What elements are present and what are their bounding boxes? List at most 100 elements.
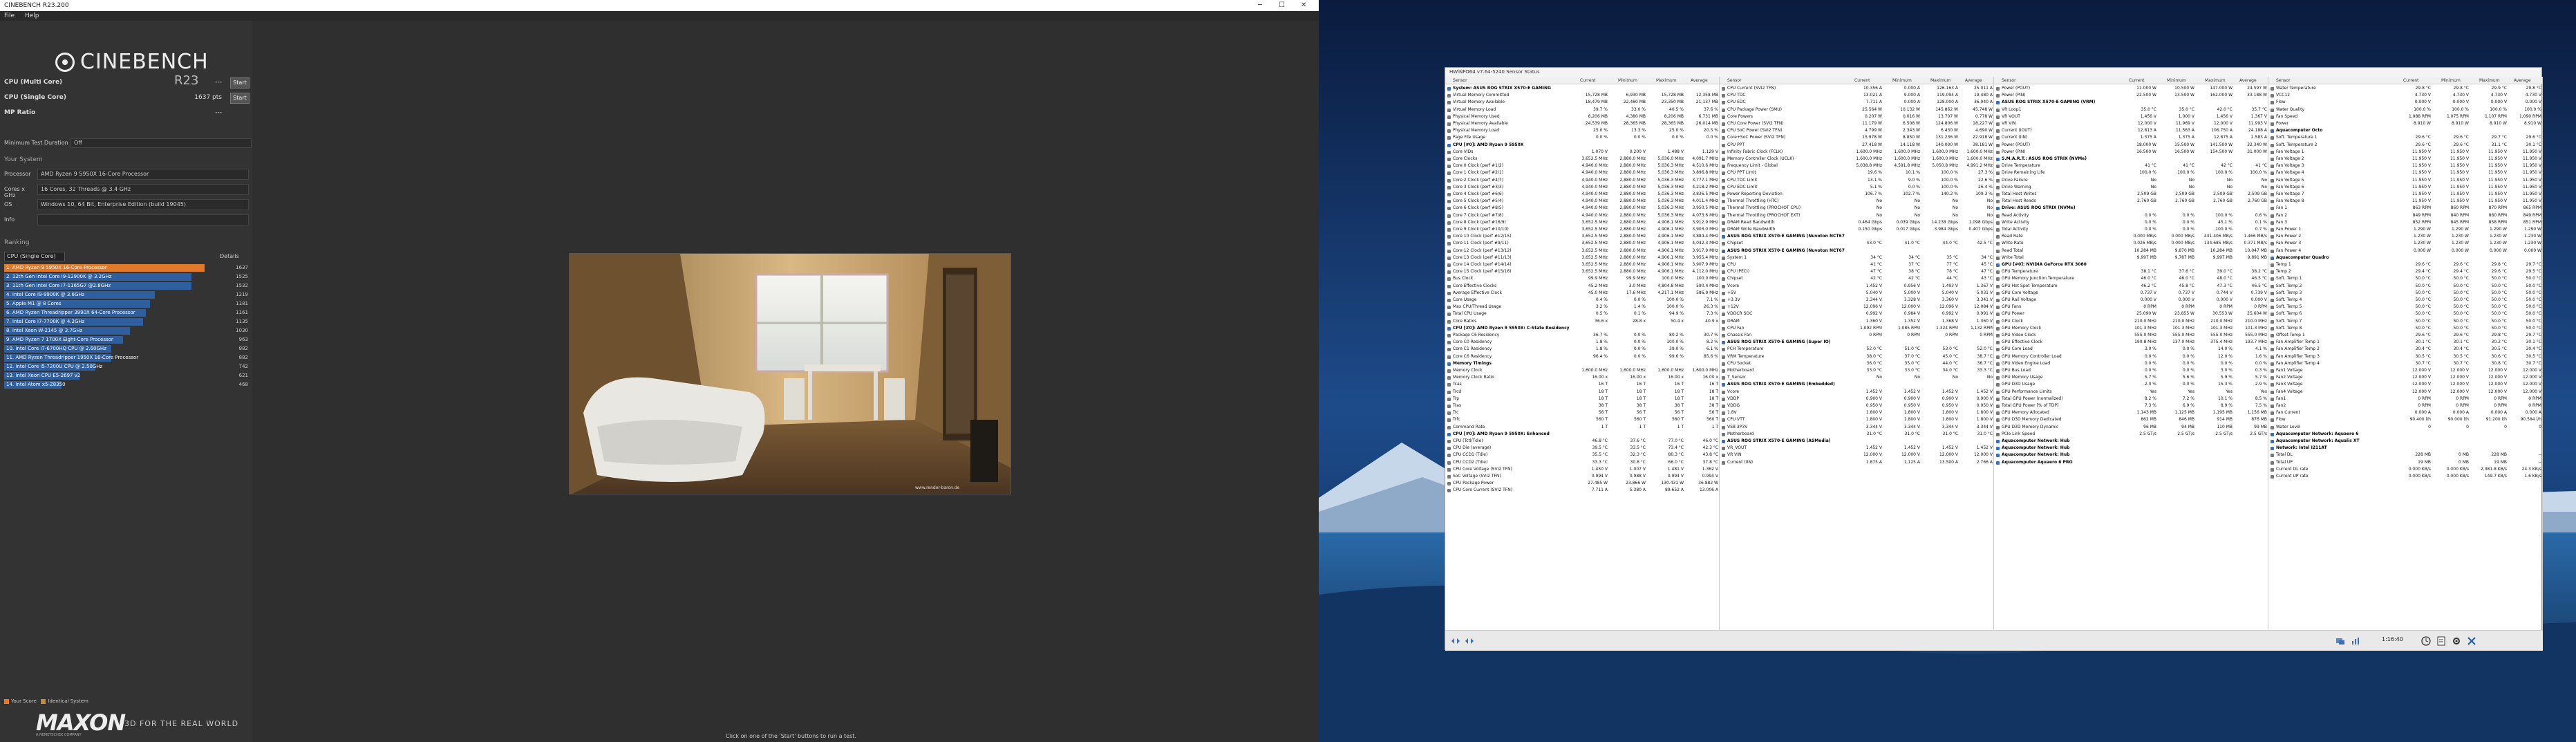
sensor-row[interactable]: Core C1 Residency 1.8 % 0.0 % 39.0 % 6.1 % <box>1445 346 1719 353</box>
sensor-group[interactable]: ASUS ROG STRIX X570-E GAMING (VRM) <box>1994 99 2268 106</box>
sensor-row[interactable]: Fan Voltage 5 11.950 V 11.950 V 11.950 V 11.… <box>2268 177 2542 184</box>
sensor-row[interactable]: Fan Amplifier Temp 1 30.1 °C 30.1 °C 30.2 °… <box>2268 339 2542 346</box>
column-header[interactable]: Maximum <box>2479 78 2500 83</box>
sensor-row[interactable]: +3.3V 3.344 V 3.328 V 3.360 V 3.341 V <box>1720 297 1993 304</box>
ranking-row[interactable]: 4. Intel Core i9-9900K @ 3.6GHz 1219 <box>4 291 250 299</box>
sensor-row[interactable]: Motherboard 33.0 °C 33.0 °C 34.0 °C 33.3 °C <box>1720 367 1993 374</box>
sensor-panel-header[interactable]: Sensor Current Minimum Maximum Average <box>1994 77 2268 84</box>
sensor-row[interactable]: Physical Memory Available 24,539 MB 28,365… <box>1445 120 1719 127</box>
sensor-row[interactable]: Current (IIN) 1.875 A 1.125 A 13.500 A 2.766… <box>1720 459 1993 466</box>
sensor-row[interactable]: Core 8 Clock (perf #16/9) 3,652.5 MHz 2,88… <box>1445 219 1719 226</box>
sensor-row[interactable]: CPU Package Power (SMU) 25.564 W 10.132 W1… <box>1720 106 1993 113</box>
sensor-panel-header[interactable]: Sensor Current Minimum Maximum Average <box>1445 77 1719 84</box>
sensor-row[interactable]: Memory Clock Ratio 16.00 x 16.00 x 16.00 x1… <box>1445 374 1719 381</box>
sensor-row[interactable]: VR VOUT 1.456 V 1.000 V 1.456 V 1.367 V <box>1994 113 2268 120</box>
sensor-row[interactable]: GPU D3D Memory Dedicated 862 MB 846 MB 914 … <box>1994 416 2268 423</box>
sensor-row[interactable]: GPU Video Clock 555.0 MHz 555.0 MHz 555.0 M… <box>1994 332 2268 339</box>
sensor-group[interactable]: Aquacomputer Aquaero 6 PRO <box>1994 459 2268 466</box>
sensor-row[interactable]: Fan1 0 RPM 0 RPM 0 RPM 0 RPM <box>2268 396 2542 402</box>
sensor-row[interactable]: CPU Package Power 27.485 W 23.866 W 130.431… <box>1445 480 1719 487</box>
sensor-row[interactable]: Trcd 18 T 18 T 18 T 18 T <box>1445 389 1719 396</box>
sensor-row[interactable]: Soft. Temperature 1 29.6 °C 29.6 °C 29.7 °C… <box>2268 134 2542 141</box>
sensor-row[interactable]: DRAM 1.360 V 1.352 V 1.368 V 1.360 V <box>1720 318 1993 325</box>
sensor-row[interactable]: GPU Clock 210.0 MHz 210.0 MHz 210.0 MHz 210.… <box>1994 318 2268 325</box>
ranking-row[interactable]: 2. 12th Gen Intel Core i9-12900K @ 3.2GH… <box>4 273 250 281</box>
sensor-panel-header[interactable]: Sensor Current Minimum Maximum Average <box>1720 77 1993 84</box>
sensor-row[interactable]: Core 5 Clock (perf #5/4) 4,940.0 MHz 2,880… <box>1445 198 1719 205</box>
sensor-row[interactable]: Tras 38 T 38 T 38 T 38 T <box>1445 402 1719 409</box>
sensor-row[interactable]: Drive Temperature 41 °C 41 °C 42 °C 41 °C <box>1994 163 2268 169</box>
sensor-group[interactable]: CPU [#0]: AMD Ryzen 9 5950X: C-State Res… <box>1445 325 1719 332</box>
sensor-row[interactable]: VR VIN 12.000 V 12.000 V 12.000 V 12.000 V <box>1720 452 1993 458</box>
column-header[interactable]: Average <box>1965 78 1982 83</box>
sensor-row[interactable]: Core 6 Clock (perf #8/5) 4,940.0 MHz 2,880… <box>1445 205 1719 212</box>
sensor-row[interactable]: Fan 3 852 RPM 845 RPM 858 RPM 851 RPM <box>2268 219 2542 226</box>
clock-icon[interactable] <box>2421 636 2431 646</box>
sensor-row[interactable]: Core 14 Clock (perf #14/14) 3,652.5 MHz 2,… <box>1445 261 1719 268</box>
sensor-row[interactable]: DRAM Write Bandwidth 0.150 Gbps 0.017 Gbps… <box>1720 226 1993 233</box>
sensor-row[interactable]: Write Rate 0.026 MB/s 0.000 MB/s 134.685 MB… <box>1994 240 2268 247</box>
sensor-row[interactable]: Trfc 560 T 560 T 560 T 560 T <box>1445 416 1719 423</box>
sensor-row[interactable]: Thermal Throttling (PROCHOT EXT) No No No No <box>1720 212 1993 219</box>
sensor-row[interactable]: Power Reporting Deviation 106.7 % 102.7 % 1… <box>1720 191 1993 198</box>
sensor-row[interactable]: Core 15 Clock (perf #15/16) 3,652.5 MHz 2,… <box>1445 268 1719 275</box>
ranking-row[interactable]: 3. 11th Gen Intel Core i7-1165G7 @2.8GHz… <box>4 282 250 290</box>
sensor-row[interactable]: Power (PIN) 16.500 W 16.500 W 154.500 W 31.0… <box>1994 149 2268 156</box>
close-icon[interactable] <box>2467 636 2476 646</box>
sensor-row[interactable]: Tcas 16 T 16 T 16 T 16 T <box>1445 381 1719 388</box>
sensor-row[interactable]: VRM Temperature 38.0 °C 37.0 °C 45.0 °C 38.7… <box>1720 353 1993 360</box>
sensor-row[interactable]: CPU PPT Limit 19.6 % 10.1 % 100.0 % 27.3 % <box>1720 169 1993 176</box>
column-header[interactable]: Maximum <box>1656 78 1677 83</box>
sensor-row[interactable]: GPU Temperature 38.1 °C 37.6 °C 39.0 °C 38.2… <box>1994 268 2268 275</box>
sensor-row[interactable]: Fan Voltage 3 11.950 V 11.950 V 11.950 V 11.… <box>2268 163 2542 169</box>
sensor-row[interactable]: Bus Clock 99.9 MHz 99.9 MHz 100.0 MHz 100.0 … <box>1445 275 1719 282</box>
sensor-row[interactable]: Water Temperature 29.8 °C 29.8 °C 29.9 °C 29… <box>2268 85 2542 92</box>
sensor-group[interactable]: Network: Intel I211AT <box>2268 445 2542 452</box>
sensor-row[interactable]: Thermal Throttling (HTC) No No No No <box>1720 198 1993 205</box>
sensor-row[interactable]: GPU Fans 0 RPM 0 RPM 0 RPM 0 RPM <box>1994 304 2268 310</box>
sensor-row[interactable]: Total Host Reads 2,760 GB 2,760 GB 2,760 GB… <box>1994 198 2268 205</box>
sensor-group[interactable]: ASUS ROG STRIX X570-E GAMING (Embedded) <box>1720 381 1993 388</box>
sensor-row[interactable]: Fan 2 849 RPM 840 RPM 860 RPM 849 RPM <box>2268 212 2542 219</box>
sensor-row[interactable]: Total GPU Power [% of TDP] 7.3 % 6.9 % 8.9 … <box>1994 402 2268 409</box>
column-header[interactable]: Current <box>1580 78 1596 83</box>
sensor-row[interactable]: PCIe Link Speed 2.5 GT/s 2.5 GT/s 2.5 GT/s 2… <box>1994 431 2268 438</box>
sensor-row[interactable]: Soft. Temp 5 50.0 °C 50.0 °C 50.0 °C 50.0 °C <box>2268 304 2542 310</box>
sensor-row[interactable]: Soft. Temp 4 50.0 °C 50.0 °C 50.0 °C 50.0 °C <box>2268 297 2542 304</box>
sensor-row[interactable]: Page File Usage 0.0 % 0.0 % 0.0 % 0.0 % <box>1445 134 1719 141</box>
sensor-row[interactable]: Total CPU Usage 0.5 % 0.1 % 94.9 % 7.3 % <box>1445 310 1719 317</box>
sensor-row[interactable]: Fan Power 3 1.230 W 1.230 W 1.230 W 1.230 W <box>2268 240 2542 247</box>
sensor-row[interactable]: Fan2 Voltage 12.000 V 12.000 V 12.000 V 12.0… <box>2268 374 2542 381</box>
sensor-row[interactable]: Core 3 Clock (perf #3/3) 4,940.0 MHz 2,880… <box>1445 184 1719 191</box>
sensor-group[interactable]: ASUS ROG STRIX X570-E GAMING (Nuvoton NC… <box>1720 233 1993 240</box>
sensor-row[interactable]: VR VIN 12.000 V 11.969 V 12.000 V 11.993 V <box>1994 120 2268 127</box>
sensor-row[interactable]: Current (IOUT) 12.813 A 11.563 A 106.750 A2… <box>1994 127 2268 134</box>
column-header[interactable]: Current <box>2129 78 2145 83</box>
sensor-row[interactable]: Drive Warning No No No No <box>1994 184 2268 191</box>
sensor-row[interactable]: Write Total 9,997 MB 9,787 MB 9,997 MB 9,891… <box>1994 254 2268 261</box>
sensor-row[interactable]: VDDP 0.900 V 0.900 V 0.900 V 0.900 V <box>1720 396 1993 402</box>
sensor-row[interactable]: CPU (PECI) 47 °C 38 °C 78 °C 47 °C <box>1720 268 1993 275</box>
sensor-row[interactable]: GPU Hot Spot Temperature 46.2 °C 45.8 °C 47… <box>1994 283 2268 290</box>
sensor-row[interactable]: Core 13 Clock (perf #11/13) 3,652.5 MHz 2,… <box>1445 254 1719 261</box>
sensor-row[interactable]: Core 11 Clock (perf #9/11) 3,652.5 MHz 2,8… <box>1445 240 1719 247</box>
sensor-row[interactable]: Fan Voltage 4 11.950 V 11.950 V 11.950 V 11.… <box>2268 169 2542 176</box>
chart-icon[interactable] <box>2351 636 2360 646</box>
sensor-row[interactable]: GPU Memory Usage 5.7 % 5.6 % 5.9 % 5.7 % <box>1994 374 2268 381</box>
sensor-row[interactable]: CPU Fan 1,092 RPM 1,085 RPM 1,324 RPM 1,132 … <box>1720 325 1993 332</box>
arrow-left-right-icon[interactable] <box>1451 636 1460 646</box>
network-icon[interactable] <box>2335 636 2345 646</box>
sensor-row[interactable]: Fan Speed 1,088 RPM 1,075 RPM 1,107 RPM 1,09… <box>2268 113 2542 120</box>
sensor-row[interactable]: Read Rate 0.000 MB/s 0.000 MB/s 431.406 MB/… <box>1994 233 2268 240</box>
sensor-row[interactable]: VDDCR SOC 0.992 V 0.984 V 0.992 V 0.991 V <box>1720 310 1993 317</box>
sensor-row[interactable]: Temp 2 29.4 °C 29.4 °C 29.6 °C 29.5 °C <box>2268 268 2542 275</box>
sensor-group[interactable]: Aquacomputer Network: Aqualis XT <box>2268 438 2542 445</box>
sensor-group[interactable]: CPU [#0]: AMD Ryzen 9 5950X: Enhanced <box>1445 431 1719 438</box>
sensor-row[interactable]: Physical Memory Load 25.0 % 13.3 % 25.0 % 20… <box>1445 127 1719 134</box>
sensor-row[interactable]: Fan Voltage 6 11.950 V 11.950 V 11.950 V 11.… <box>2268 184 2542 191</box>
column-header[interactable]: Current <box>1854 78 1870 83</box>
sensor-row[interactable]: Fan Power 2 1.230 W 1.230 W 1.230 W 1.230 W <box>2268 233 2542 240</box>
sensor-row[interactable]: Total GPU Power (normalized) 8.2 % 7.2 % 10… <box>1994 396 2268 402</box>
sensor-row[interactable]: Memory Controller Clock (UCLK) 1,600.0 MH… <box>1720 156 1993 163</box>
arrow-left-right-icon[interactable] <box>1465 636 1474 646</box>
